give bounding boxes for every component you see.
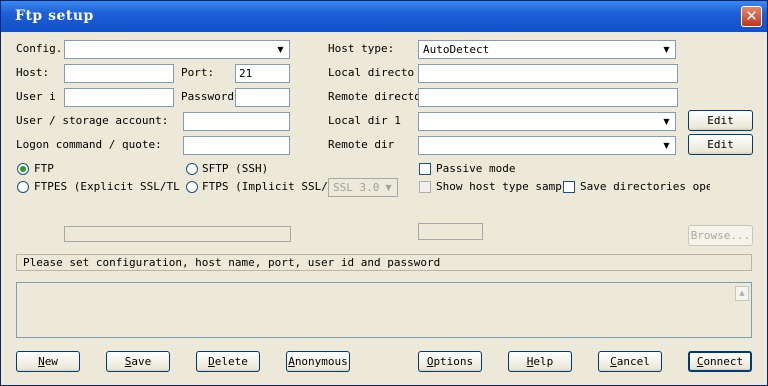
- scroll-up-icon[interactable]: ▲: [735, 286, 749, 301]
- logon-input[interactable]: [183, 136, 290, 155]
- local-directory-label: Local directo: [328, 66, 415, 79]
- save-label-rest: ave: [131, 355, 152, 368]
- edit-remote-dir-button[interactable]: Edit: [688, 134, 753, 155]
- help-button[interactable]: Help: [508, 351, 572, 372]
- browse-button[interactable]: Browse...: [688, 225, 753, 246]
- host-type-label: Host type:: [328, 42, 395, 55]
- config-dropdown[interactable]: ▼: [64, 40, 290, 59]
- host-input[interactable]: [64, 64, 174, 83]
- show-host-type-checkbox[interactable]: [419, 181, 431, 193]
- save-directories-label: Save directories opene: [580, 180, 710, 193]
- window-title: Ftp setup: [15, 8, 94, 24]
- account-input[interactable]: [183, 112, 290, 131]
- local-directory-input[interactable]: [418, 64, 678, 83]
- close-icon: ✕: [745, 7, 758, 25]
- sftp-radio[interactable]: [186, 163, 198, 175]
- ftpes-radio[interactable]: [17, 181, 29, 193]
- new-button[interactable]: New: [16, 351, 80, 372]
- connect-label-rest: onnect: [703, 355, 744, 368]
- host-type-value: AutoDetect: [423, 43, 490, 56]
- password-label: Password: [181, 90, 234, 103]
- account-label: User / storage account:: [16, 114, 169, 127]
- logon-label: Logon command / quote:: [16, 138, 162, 151]
- options-label-rest: ptions: [433, 355, 474, 368]
- password-input[interactable]: [235, 88, 290, 107]
- remote-dir-label: Remote dir: [328, 138, 395, 151]
- options-button[interactable]: Options: [418, 351, 482, 372]
- host-type-dropdown[interactable]: AutoDetect ▼: [418, 40, 676, 59]
- sftp-radio-label: SFTP (SSH): [202, 162, 269, 175]
- new-accel: N: [38, 355, 45, 368]
- anonymous-accel: A: [288, 355, 295, 368]
- remote-directory-input[interactable]: [418, 88, 678, 107]
- progress-bar: [64, 226, 291, 242]
- ftp-radio-label: FTP: [34, 162, 54, 175]
- save-directories-checkbox[interactable]: [563, 181, 575, 193]
- help-label-rest: elp: [533, 355, 554, 368]
- save-button[interactable]: Save: [106, 351, 170, 372]
- ftps-radio-label: FTPS (Implicit SSL/T: [202, 180, 335, 193]
- ssl-version-dropdown[interactable]: SSL 3.0 ▼: [328, 178, 398, 197]
- remote-dir-dropdown[interactable]: ▼: [418, 136, 676, 155]
- port-label: Port:: [181, 66, 215, 79]
- user-id-input[interactable]: [64, 88, 174, 107]
- delete-accel: D: [208, 355, 215, 368]
- passive-mode-checkbox[interactable]: [419, 163, 431, 175]
- cancel-button[interactable]: Cancel: [598, 351, 662, 372]
- ftpes-radio-label: FTPES (Explicit SSL/TL: [34, 180, 180, 193]
- local-dir-1-label: Local dir 1: [328, 114, 401, 127]
- ssl-version-value: SSL 3.0: [333, 181, 380, 194]
- new-label-rest: ew: [44, 355, 58, 368]
- status-bar: Please set configuration, host name, por…: [16, 254, 752, 271]
- title-bar[interactable]: Ftp setup ✕: [1, 1, 767, 32]
- delete-label-rest: elete: [214, 355, 248, 368]
- anonymous-button[interactable]: Anonymous: [286, 351, 350, 372]
- user-id-label: User i: [16, 90, 56, 103]
- passive-mode-label: Passive mode: [436, 162, 516, 175]
- delete-button[interactable]: Delete: [196, 351, 260, 372]
- cancel-accel: C: [610, 355, 617, 368]
- close-button[interactable]: ✕: [741, 6, 762, 27]
- remote-directory-label: Remote directo: [328, 90, 421, 103]
- anonymous-label-rest: nonymous: [294, 355, 348, 368]
- connect-button[interactable]: Connect: [688, 351, 752, 372]
- cancel-label-rest: ancel: [616, 355, 650, 368]
- ftp-radio[interactable]: [17, 163, 29, 175]
- ftps-radio[interactable]: [186, 181, 198, 193]
- port-input[interactable]: 21: [235, 64, 290, 83]
- progress-indicator: [418, 223, 483, 240]
- host-label: Host:: [16, 66, 50, 79]
- chevron-down-icon[interactable]: ▼: [659, 114, 674, 129]
- chevron-down-icon[interactable]: ▼: [273, 42, 288, 57]
- log-output[interactable]: ▲: [16, 282, 752, 338]
- edit-local-dir-button[interactable]: Edit: [688, 110, 753, 131]
- local-dir-1-dropdown[interactable]: ▼: [418, 112, 676, 131]
- ftp-setup-dialog: Ftp setup ✕ Config. ▼ Host: Port: 21 Use…: [0, 0, 768, 386]
- chevron-down-icon[interactable]: ▼: [659, 138, 674, 153]
- config-label: Config.: [16, 42, 63, 55]
- chevron-down-icon[interactable]: ▼: [381, 180, 396, 195]
- chevron-down-icon[interactable]: ▼: [659, 42, 674, 57]
- show-host-type-label: Show host type samp: [436, 180, 562, 193]
